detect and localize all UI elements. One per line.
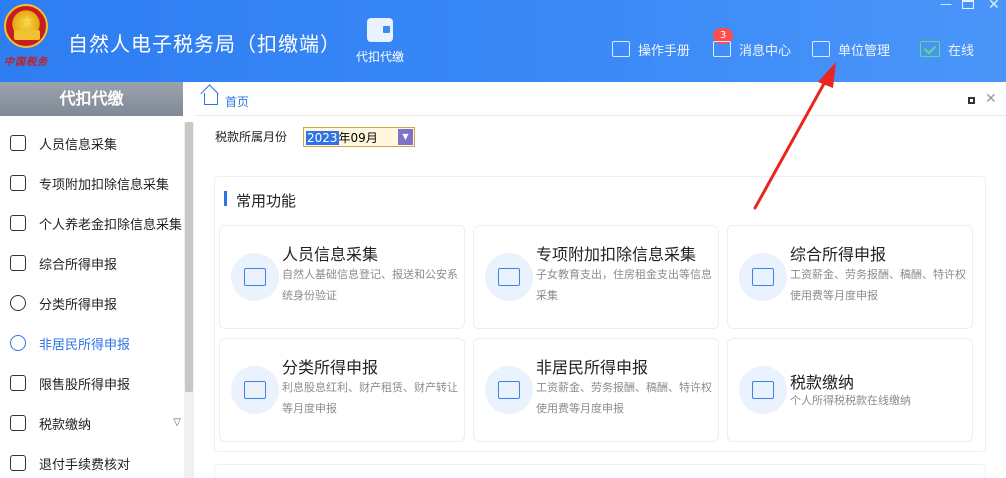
wallet-icon [10, 415, 26, 431]
secondary-panel [214, 464, 986, 478]
manual-label: 操作手册 [638, 43, 691, 59]
module-withholding[interactable]: 代扣代缴 [348, 18, 412, 65]
card-title: 分类所得申报 [282, 358, 379, 377]
unit-management-label: 单位管理 [838, 43, 891, 59]
sidebar-item-personnel-info[interactable]: 人员信息采集 [0, 123, 183, 163]
sidebar-header: 代扣代缴 [0, 82, 183, 116]
sidebar-item-special-deduction[interactable]: 专项附加扣除信息采集 [0, 163, 183, 203]
sidebar-item-label: 人员信息采集 [39, 137, 118, 153]
online-label: 在线 [948, 43, 975, 59]
form-icon [739, 253, 787, 301]
card-desc: 工资薪金、劳务报酬、稿酬、特许权使用费等月度申报 [536, 381, 712, 415]
card-title: 人员信息采集 [282, 245, 379, 264]
person-add-icon [10, 135, 26, 151]
sidebar-item-label: 非居民所得申报 [39, 337, 131, 353]
sidebar-scrollbar[interactable] [184, 122, 194, 478]
unit-management-button[interactable]: 单位管理 [812, 38, 890, 60]
close-button[interactable]: ✕ [988, 0, 1000, 13]
messages-button[interactable]: 消息中心 [713, 38, 791, 60]
document-check-icon [10, 455, 26, 471]
card-desc: 利息股息红利、财产租赁、财产转让等月度申报 [282, 381, 458, 415]
home-icon[interactable] [204, 93, 218, 105]
sidebar-item-label: 退付手续费核对 [39, 457, 131, 473]
common-functions-panel: 常用功能 人员信息采集 自然人基础信息登记、报送和公安系统身份验证 专项附加扣除… [214, 176, 986, 452]
main-content: 首页 ✕ 税款所属月份 2023年09月 ▼ 常用功能 人员信息采集 自然人基础… [195, 82, 1006, 478]
minimize-button[interactable]: — [940, 0, 952, 11]
card-personnel-info[interactable]: 人员信息采集 自然人基础信息登记、报送和公安系统身份验证 [219, 225, 465, 329]
breadcrumb: 首页 ✕ [195, 82, 1006, 116]
list-icon [10, 175, 26, 191]
online-status[interactable]: 在线 [920, 38, 974, 60]
chevron-down-icon: ▽ [173, 417, 181, 428]
document-person-icon [10, 215, 26, 231]
card-title: 专项附加扣除信息采集 [536, 245, 697, 264]
monitor-check-icon [920, 41, 940, 57]
messages-label: 消息中心 [739, 43, 792, 59]
mail-icon [713, 41, 731, 57]
sidebar-item-pension-deduction[interactable]: 个人养老金扣除信息采集 [0, 203, 183, 243]
tax-period-select[interactable]: 2023年09月 ▼ [303, 127, 415, 147]
app-header: ★ 中国税务 自然人电子税务局（扣缴端） 代扣代缴 操作手册 3 消息中心 单位… [0, 0, 1006, 82]
module-withholding-label: 代扣代缴 [355, 50, 404, 64]
restore-tab-button[interactable] [968, 97, 975, 104]
tax-emblem-logo: ★ [4, 4, 48, 48]
logo-script-text: 中国税务 [4, 57, 48, 68]
close-tab-button[interactable]: ✕ [985, 91, 997, 107]
tax-period-month: 年09月 [338, 130, 378, 145]
id-card-icon [231, 253, 279, 301]
card-desc: 子女教育支出，住房租金支出等信息采集 [536, 268, 712, 302]
chevron-down-icon[interactable]: ▼ [398, 129, 413, 145]
card-desc: 自然人基础信息登记、报送和公安系统身份验证 [282, 268, 458, 302]
sidebar-item-restricted-shares[interactable]: 限售股所得申报 [0, 363, 183, 403]
tax-period-year: 2023 [306, 130, 339, 145]
sidebar-item-label: 分类所得申报 [39, 297, 118, 313]
breadcrumb-home[interactable]: 首页 [225, 93, 249, 110]
scrollbar-thumb[interactable] [185, 122, 193, 392]
app-title: 自然人电子税务局（扣缴端） [68, 32, 341, 56]
pie-chart-icon [10, 295, 26, 311]
sidebar: 代扣代缴 人员信息采集 专项附加扣除信息采集 个人养老金扣除信息采集 综合所得申… [0, 82, 195, 478]
card-comprehensive-income[interactable]: 综合所得申报 工资薪金、劳务报酬、稿酬、特许权使用费等月度申报 [727, 225, 973, 329]
wallet-icon [367, 18, 393, 42]
sidebar-item-classified-income[interactable]: 分类所得申报 [0, 283, 183, 323]
sidebar-item-fee-refund-check[interactable]: 退付手续费核对 [0, 443, 183, 478]
sidebar-item-nonresident-income[interactable]: 非居民所得申报 [0, 323, 183, 363]
card-special-deduction[interactable]: 专项附加扣除信息采集 子女教育支出，住房租金支出等信息采集 [473, 225, 719, 329]
sidebar-item-label: 个人养老金扣除信息采集 [39, 217, 183, 233]
card-desc: 工资薪金、劳务报酬、稿酬、特许权使用费等月度申报 [790, 268, 966, 302]
tax-period-label: 税款所属月份 [215, 130, 288, 144]
sidebar-item-comprehensive-income[interactable]: 综合所得申报 [0, 243, 183, 283]
sidebar-item-tax-payment[interactable]: 税款缴纳 ▽ [0, 403, 183, 443]
card-desc: 个人所得税税款在线缴纳 [790, 394, 911, 407]
bar-chart-icon [10, 375, 26, 391]
edit-icon [485, 366, 533, 414]
building-icon [812, 41, 830, 57]
maximize-button[interactable] [962, 0, 974, 9]
manual-button[interactable]: 操作手册 [612, 38, 690, 60]
payment-search-icon [739, 366, 787, 414]
edit-icon [231, 366, 279, 414]
section-marker [224, 191, 227, 206]
card-nonresident-income[interactable]: 非居民所得申报 工资薪金、劳务报酬、稿酬、特许权使用费等月度申报 [473, 338, 719, 442]
card-classified-income[interactable]: 分类所得申报 利息股息红利、财产租赁、财产转让等月度申报 [219, 338, 465, 442]
card-title: 综合所得申报 [790, 245, 887, 264]
tax-calendar-icon [485, 253, 533, 301]
card-tax-payment[interactable]: 税款缴纳 个人所得税税款在线缴纳 [727, 338, 973, 442]
sidebar-item-label: 税款缴纳 [39, 417, 92, 433]
sidebar-item-label: 限售股所得申报 [39, 377, 131, 393]
sidebar-item-label: 综合所得申报 [39, 257, 118, 273]
manual-icon [612, 41, 630, 57]
sidebar-item-label: 专项附加扣除信息采集 [39, 177, 170, 193]
star-icon: ★ [19, 11, 35, 30]
layers-icon [10, 255, 26, 271]
person-icon [10, 335, 26, 351]
card-title: 非居民所得申报 [536, 358, 649, 377]
section-title: 常用功能 [236, 192, 297, 210]
